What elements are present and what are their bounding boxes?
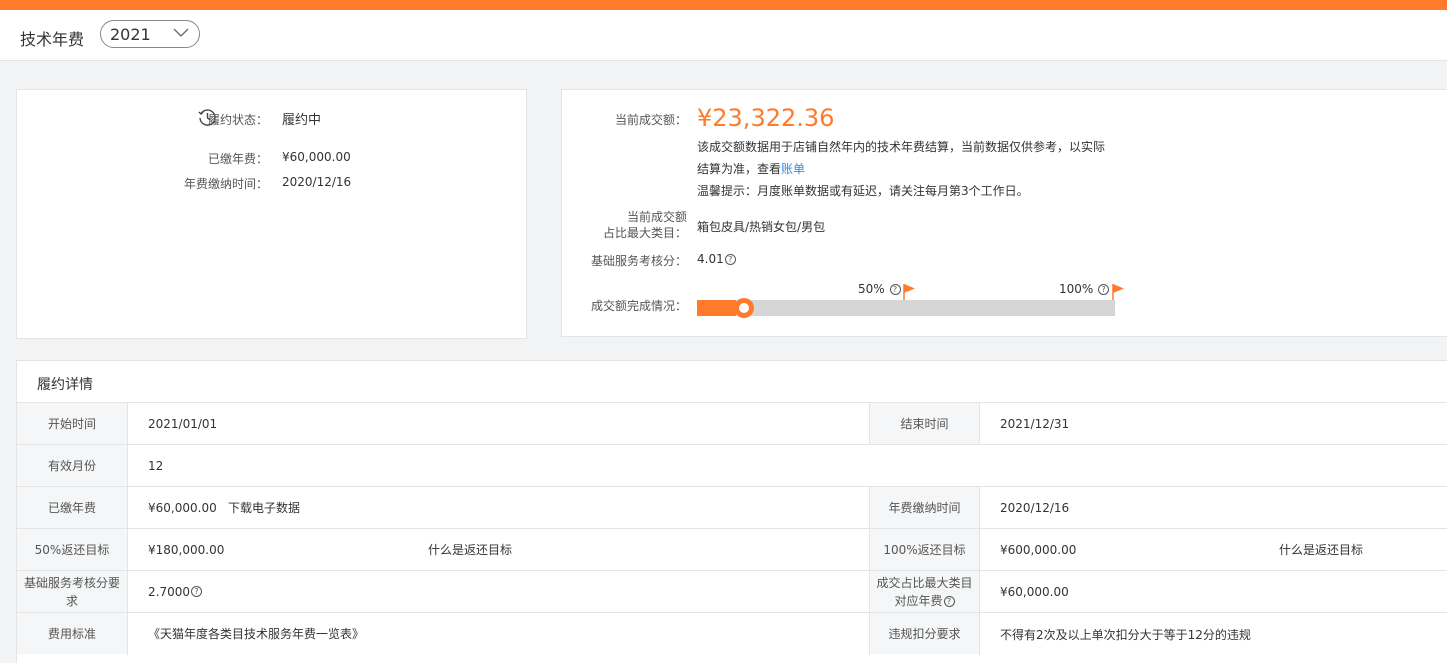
end-time-value: 2021/12/31 xyxy=(1000,416,1070,431)
category-fee-label-line1: 成交占比最大类目 xyxy=(876,575,973,590)
category-value: 箱包皮具/热销女包/男包 xyxy=(697,220,826,234)
help-icon[interactable]: ? xyxy=(191,586,202,597)
amount-value: ¥23,322.36 xyxy=(697,104,835,132)
pay-time-label: 年费缴纳时间： xyxy=(183,177,268,191)
help-icon[interactable]: ? xyxy=(724,254,736,265)
mark-50-wrap: 50% ? xyxy=(858,282,901,296)
category-fee-label: 成交占比最大类目 对应年费? xyxy=(870,571,979,612)
what-is-target-link[interactable]: 什么是返还目标 xyxy=(1279,529,1363,570)
amount-note-line3: 温馨提示：月度账单数据或有延迟，请关注每月第3个工作日。 xyxy=(697,184,1029,198)
mark-100-label: 100% xyxy=(1059,282,1094,296)
what-is-target-link[interactable]: 什么是返还目标 xyxy=(428,529,512,570)
page-title: 技术年费 xyxy=(20,30,85,49)
pay-time-value: 2020/12/16 xyxy=(282,175,352,189)
table-row: 费用标准 《天猫年度各类目技术服务年费一览表》 违规扣分要求 不得有2次及以上单… xyxy=(17,612,1447,655)
mark-50-label: 50% xyxy=(858,282,885,296)
violation-label: 违规扣分要求 xyxy=(870,613,979,654)
amount-note-line1: 该成交额数据用于店铺自然年内的技术年费结算，当前数据仅供参考，以实际 xyxy=(697,140,1106,154)
score-requirement-value: 2.7000 xyxy=(148,584,190,599)
divider xyxy=(979,571,980,613)
year-select-value: 2021 xyxy=(110,25,151,44)
top-accent-bar xyxy=(0,0,1447,10)
deal-amount-card: 当前成交额： ¥23,322.36 该成交额数据用于店铺自然年内的技术年费结算，… xyxy=(561,89,1447,337)
target-100-value: ¥600,000.00 xyxy=(1000,542,1077,557)
divider xyxy=(127,445,128,487)
violation-value: 不得有2次及以上单次扣分大于等于12分的违规 xyxy=(1000,628,1251,642)
start-time-value: 2021/01/01 xyxy=(148,416,218,431)
valid-months-value: 12 xyxy=(148,458,164,473)
progress-label: 成交额完成情况： xyxy=(590,299,687,313)
pay-time-label: 年费缴纳时间 xyxy=(870,487,979,528)
table-row: 有效月份 12 xyxy=(17,444,1447,487)
score-value-wrap: 4.01? xyxy=(697,252,736,266)
paid-fee-value: ¥60,000.00 xyxy=(148,500,217,515)
progress-knob xyxy=(734,298,755,318)
progress-track xyxy=(697,298,1115,318)
bill-link[interactable]: 账单 xyxy=(781,162,805,176)
table-row: 已缴年费 ¥60,000.00 下载电子数据 年费缴纳时间 2020/12/16 xyxy=(17,486,1447,529)
paid-fee-label: 已缴年费： xyxy=(207,152,268,166)
mark-100-wrap: 100% ? xyxy=(1059,282,1110,296)
target-100-label: 100%返还目标 xyxy=(870,529,979,570)
divider xyxy=(127,571,128,613)
divider xyxy=(979,529,980,571)
pay-time-value: 2020/12/16 xyxy=(1000,500,1070,515)
category-fee-label-line2: 对应年费 xyxy=(894,593,943,608)
table-row: 基础服务考核分要求 2.7000? 成交占比最大类目 对应年费? ¥60,000… xyxy=(17,570,1447,613)
paid-fee-value: ¥60,000.00 xyxy=(282,150,351,164)
amount-note-line2-text: 结算为准，查看 xyxy=(697,162,782,176)
start-time-label: 开始时间 xyxy=(17,403,127,444)
target-50-label: 50%返还目标 xyxy=(17,529,127,570)
table-row: 50%返还目标 ¥180,000.00 什么是返还目标 100%返还目标 ¥60… xyxy=(17,528,1447,571)
fee-standard-link[interactable]: 《天猫年度各类目技术服务年费一览表》 xyxy=(148,613,364,654)
table-row: 开始时间 2021/01/01 结束时间 2021/12/31 xyxy=(17,402,1447,445)
flag-icon xyxy=(903,284,915,300)
amount-note-line2: 结算为准，查看账单 xyxy=(697,158,1117,180)
help-icon[interactable]: ? xyxy=(943,595,955,607)
contract-status-card: 履约状态： 履约中 已缴年费： ¥60,000.00 年费缴纳时间： 2020/… xyxy=(16,89,527,339)
divider xyxy=(127,403,128,445)
page-header: 技术年费 2021 xyxy=(0,10,1447,61)
help-icon[interactable]: ? xyxy=(889,284,901,295)
download-data-link[interactable]: 下载电子数据 xyxy=(228,487,300,528)
valid-months-label: 有效月份 xyxy=(17,445,127,486)
help-icon[interactable]: ? xyxy=(1098,284,1110,295)
detail-title: 履约详情 xyxy=(37,377,93,393)
divider xyxy=(127,487,128,529)
category-label-line1: 当前成交额 xyxy=(626,210,687,224)
year-select[interactable]: 2021 xyxy=(100,20,200,48)
status-label: 履约状态： xyxy=(207,113,268,127)
status-value: 履约中 xyxy=(282,113,322,128)
progress-fill xyxy=(697,300,737,316)
divider xyxy=(979,613,980,655)
divider xyxy=(127,529,128,571)
category-label: 当前成交额 占比最大类目： xyxy=(603,209,687,241)
paid-fee-label: 已缴年费 xyxy=(17,487,127,528)
amount-label: 当前成交额： xyxy=(614,113,687,127)
divider xyxy=(979,487,980,529)
target-50-value: ¥180,000.00 xyxy=(148,542,225,557)
score-requirement-wrap: 2.7000? xyxy=(148,571,202,612)
flag-icon xyxy=(1112,284,1124,300)
contract-detail-panel: 履约详情 开始时间 2021/01/01 结束时间 2021/12/31 有效月… xyxy=(16,360,1447,663)
divider xyxy=(979,403,980,445)
divider xyxy=(127,613,128,655)
category-fee-value: ¥60,000.00 xyxy=(1000,584,1069,599)
category-label-line2: 占比最大类目： xyxy=(602,226,687,240)
fee-standard-label: 费用标准 xyxy=(17,613,127,654)
category-fee-label-line2-wrap: 对应年费? xyxy=(894,592,955,610)
score-value: 4.01 xyxy=(697,252,724,266)
score-label: 基础服务考核分： xyxy=(590,254,687,268)
chevron-down-icon xyxy=(173,28,189,37)
end-time-label: 结束时间 xyxy=(870,403,979,444)
score-requirement-label: 基础服务考核分要求 xyxy=(17,571,127,612)
